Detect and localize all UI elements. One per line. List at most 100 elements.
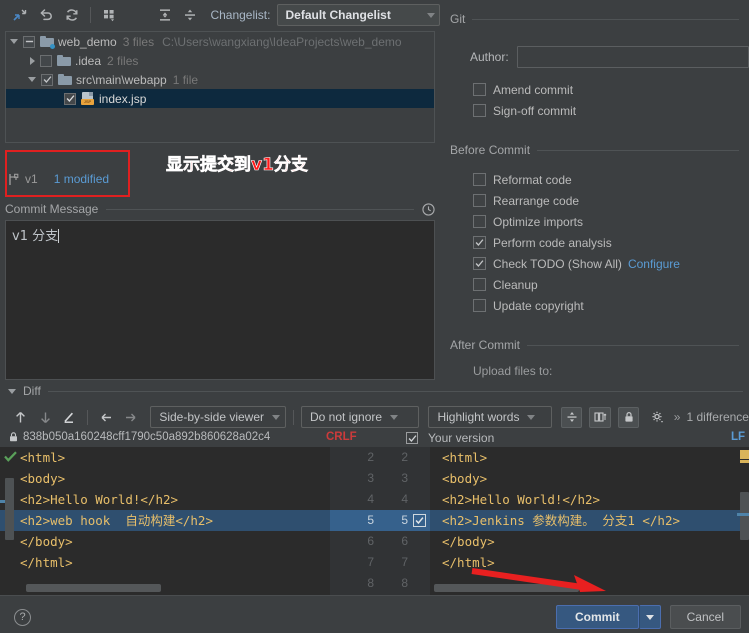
clock-icon[interactable] (422, 202, 435, 216)
changed-files-tree[interactable]: web_demo 3 files C:\Users\wangxiang\Idea… (5, 31, 435, 143)
checkbox-label: Sign-off commit (493, 103, 577, 118)
checkbox-reformat-code[interactable] (473, 173, 486, 186)
highlight-mode-dropdown[interactable]: Highlight words (428, 406, 552, 428)
tree-row-index-jsp[interactable]: JSP index.jsp (6, 89, 434, 108)
code-line: </body> (442, 534, 495, 549)
gutter-line-changed: 55 (330, 510, 430, 531)
checkbox-row-rearrange-code[interactable]: Rearrange code (440, 190, 749, 211)
current-branch-row: v1 1 modified (8, 170, 109, 188)
checkbox-label: Reformat code (493, 172, 572, 187)
lock-icon[interactable] (617, 406, 640, 428)
section-title: Git (450, 12, 466, 26)
diff-section-header[interactable]: Diff (0, 382, 749, 400)
diff-title: Diff (23, 384, 41, 398)
left-pane-hscrollbar[interactable] (26, 584, 161, 592)
undo-icon[interactable] (34, 3, 58, 27)
left-line-ending: CRLF (326, 431, 357, 443)
checkbox-check-todo[interactable] (473, 257, 486, 270)
checkbox-perform-code-analysis[interactable] (473, 236, 486, 249)
edit-icon[interactable] (59, 406, 80, 428)
chevron-down-icon[interactable] (10, 39, 18, 44)
overflow-icon[interactable]: » (671, 410, 684, 424)
changelist-dropdown[interactable]: Default Changelist (277, 4, 440, 26)
commit-dropdown-button[interactable] (638, 605, 661, 629)
gutter-line: 22 (367, 450, 408, 464)
changelist-value: Default Changelist (285, 8, 391, 22)
checkbox-idea[interactable] (40, 54, 52, 67)
diff-pane-left[interactable]: <html> <body> <h2>Hello World!</h2> <h2>… (0, 447, 330, 595)
annotation-text: 显示提交到v1分支 (166, 155, 309, 176)
group-by-icon[interactable] (97, 3, 121, 27)
right-version-title: Your version (428, 431, 495, 445)
collapse-lines-icon[interactable] (179, 3, 203, 27)
right-version-checkbox[interactable] (406, 432, 418, 444)
gutter-line: 44 (367, 492, 408, 506)
change-marker (0, 500, 5, 503)
prev-diff-icon[interactable] (10, 406, 31, 428)
chevron-down-icon (272, 414, 281, 420)
checkbox-rearrange-code[interactable] (473, 194, 486, 207)
cancel-button[interactable]: Cancel (669, 605, 741, 629)
ignore-mode-dropdown[interactable]: Do not ignore (301, 406, 420, 428)
checkbox-row-perform-code-analysis[interactable]: Perform code analysis (440, 232, 749, 253)
folder-icon (57, 54, 71, 67)
checkbox-row-amend-commit[interactable]: Amend commit (440, 79, 749, 100)
modified-count: 1 modified (53, 172, 110, 186)
apply-left-icon[interactable] (95, 406, 116, 428)
tree-node-name: index.jsp (99, 91, 147, 106)
commit-message-input[interactable]: v1 分支 (5, 220, 435, 380)
checkbox-label: Amend commit (493, 82, 574, 97)
code-line: </body> (20, 534, 73, 549)
author-field[interactable] (516, 46, 749, 68)
checkbox-src-main-webapp[interactable] (41, 73, 53, 86)
configure-link[interactable]: Configure (628, 257, 680, 271)
checkbox-web-demo[interactable] (23, 35, 35, 48)
checkbox-row-check-todo[interactable]: Check TODO (Show All) Configure (440, 253, 749, 274)
checkbox-row-reformat-code[interactable]: Reformat code (440, 169, 749, 190)
tree-row-idea[interactable]: .idea 2 files (6, 51, 434, 70)
gutter-line: 77 (367, 555, 408, 569)
commit-changes-dialog: Changelist: Default Changelist web_demo … (0, 0, 749, 633)
checkbox-sign-off-commit[interactable] (473, 104, 486, 117)
tree-node-name: src\main\webapp (76, 72, 167, 87)
next-diff-icon[interactable] (34, 406, 55, 428)
tree-node-name: web_demo (58, 34, 117, 49)
settings-gear-icon[interactable] (646, 406, 667, 428)
tree-row-web-demo[interactable]: web_demo 3 files C:\Users\wangxiang\Idea… (6, 32, 434, 51)
author-label: Author: (470, 50, 509, 64)
checkbox-cleanup[interactable] (473, 278, 486, 291)
branch-name: v1 (25, 172, 38, 186)
text-caret (58, 229, 60, 243)
chevron-right-icon[interactable] (30, 56, 35, 65)
highlight-mode-value: Highlight words (437, 410, 520, 424)
left-pane-scrollbar[interactable] (5, 478, 14, 540)
chevron-down-icon[interactable] (28, 77, 36, 82)
toggle-columns-icon[interactable] (589, 406, 611, 428)
commit-button[interactable]: Commit (555, 605, 639, 629)
chevron-down-icon (427, 12, 435, 18)
checkbox-amend-commit[interactable] (473, 83, 486, 96)
checkbox-row-cleanup[interactable]: Cleanup (440, 274, 749, 295)
collapse-all-icon[interactable] (8, 3, 32, 27)
right-pane-scrollbar[interactable] (740, 492, 749, 540)
checkbox-row-optimize-imports[interactable]: Optimize imports (440, 211, 749, 232)
changes-toolbar: Changelist: Default Changelist (0, 0, 440, 30)
diff-overview-marker (740, 450, 749, 459)
apply-right-icon[interactable] (120, 406, 141, 428)
checkbox-row-update-copyright[interactable]: Update copyright (440, 295, 749, 316)
ignore-mode-value: Do not ignore (310, 410, 383, 424)
viewer-mode-dropdown[interactable]: Side-by-side viewer (150, 406, 287, 428)
checkbox-optimize-imports[interactable] (473, 215, 486, 228)
expand-all-icon[interactable] (153, 3, 177, 27)
accept-change-checkbox[interactable] (413, 514, 426, 527)
checkbox-update-copyright[interactable] (473, 299, 486, 312)
refresh-icon[interactable] (60, 3, 84, 27)
folder-icon (40, 35, 55, 49)
chevron-down-icon[interactable] (8, 388, 16, 394)
help-icon[interactable]: ? (14, 608, 31, 626)
checkbox-index-jsp[interactable] (64, 92, 76, 105)
checkbox-row-sign-off-commit[interactable]: Sign-off commit (440, 100, 749, 121)
collapse-unchanged-icon[interactable] (560, 406, 583, 428)
tree-node-path: C:\Users\wangxiang\IdeaProjects\web_demo (162, 34, 402, 49)
tree-row-src-main-webapp[interactable]: src\main\webapp 1 file (6, 70, 434, 89)
